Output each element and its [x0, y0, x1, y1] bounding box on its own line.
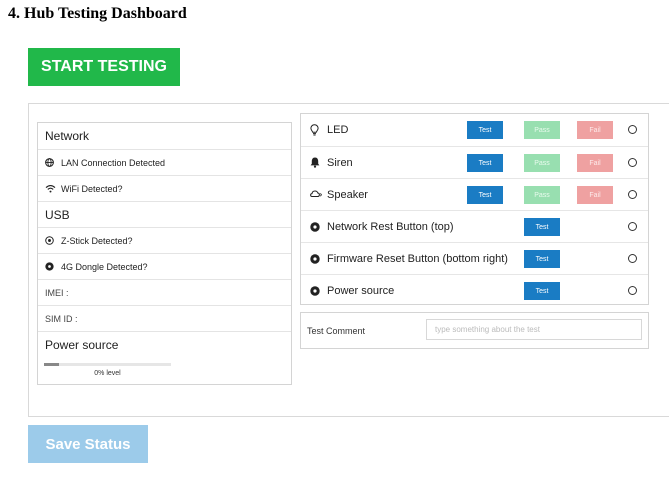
- power-level-bar: [44, 363, 171, 366]
- wifi-status-row: WiFi Detected?: [38, 175, 291, 201]
- test-row-speaker: Speaker Test Pass Fail: [301, 178, 648, 210]
- led-status-radio[interactable]: [628, 125, 637, 134]
- dot-circle-icon: [310, 253, 325, 264]
- siren-status-radio[interactable]: [628, 158, 637, 167]
- test-row-network-reset: Network Rest Button (top) Test: [301, 210, 648, 242]
- network-reset-status-radio[interactable]: [628, 222, 637, 231]
- imei-label: IMEI :: [45, 287, 69, 298]
- speaker-status-radio[interactable]: [628, 190, 637, 199]
- test-comment-input[interactable]: [426, 319, 642, 340]
- wifi-icon: [45, 184, 59, 193]
- led-fail-button[interactable]: Fail: [577, 121, 613, 139]
- speaker-icon: [310, 190, 325, 199]
- test-label-network-reset: Network Rest Button (top): [327, 220, 454, 233]
- led-pass-button[interactable]: Pass: [524, 121, 560, 139]
- simid-label: SIM ID :: [45, 313, 78, 324]
- test-row-led: LED Test Pass Fail: [301, 114, 648, 146]
- power-heading: Power source: [45, 337, 119, 352]
- test-row-firmware-reset: Firmware Reset Button (bottom right) Tes…: [301, 242, 648, 274]
- test-label-siren: Siren: [327, 156, 353, 169]
- siren-test-button[interactable]: Test: [467, 154, 503, 172]
- dot-circle-icon: [45, 262, 59, 271]
- status-panel: Network LAN Connection Detected WiFi Det…: [37, 122, 292, 385]
- lan-status-row: LAN Connection Detected: [38, 149, 291, 175]
- test-row-power-source: Power source Test: [301, 274, 648, 304]
- dot-circle-outline-icon: [45, 236, 59, 245]
- test-label-firmware-reset: Firmware Reset Button (bottom right): [327, 252, 508, 265]
- imei-row: IMEI :: [38, 279, 291, 305]
- test-comment-panel: Test Comment: [300, 312, 649, 349]
- power-section-heading: Power source: [38, 331, 291, 357]
- zstick-status-row: Z-Stick Detected?: [38, 227, 291, 253]
- power-source-status-radio[interactable]: [628, 286, 637, 295]
- dot-circle-icon: [310, 285, 325, 296]
- power-level-fill: [44, 363, 60, 366]
- page-title: 4. Hub Testing Dashboard: [8, 5, 187, 22]
- firmware-reset-test-button[interactable]: Test: [524, 250, 560, 268]
- speaker-test-button[interactable]: Test: [467, 186, 503, 204]
- speaker-fail-button[interactable]: Fail: [577, 186, 613, 204]
- tests-panel: LED Test Pass Fail Siren Test Pass Fail …: [300, 113, 649, 305]
- power-source-test-button[interactable]: Test: [524, 282, 560, 300]
- lan-label: LAN Connection Detected: [61, 157, 166, 168]
- network-heading: Network: [45, 129, 90, 143]
- dongle-label: 4G Dongle Detected?: [61, 261, 148, 272]
- test-label-speaker: Speaker: [327, 188, 368, 201]
- dongle-status-row: 4G Dongle Detected?: [38, 253, 291, 279]
- led-test-button[interactable]: Test: [467, 121, 503, 139]
- network-reset-test-button[interactable]: Test: [524, 218, 560, 236]
- usb-section-heading: USB: [38, 201, 291, 227]
- usb-heading: USB: [45, 207, 70, 222]
- firmware-reset-status-radio[interactable]: [628, 254, 637, 263]
- simid-row: SIM ID :: [38, 305, 291, 331]
- test-row-siren: Siren Test Pass Fail: [301, 146, 648, 178]
- speaker-pass-button[interactable]: Pass: [524, 186, 560, 204]
- test-label-led: LED: [327, 123, 349, 136]
- dot-circle-icon: [310, 221, 325, 232]
- start-testing-button[interactable]: START TESTING: [28, 48, 180, 86]
- globe-icon: [45, 158, 59, 167]
- wifi-label: WiFi Detected?: [61, 183, 123, 194]
- siren-pass-button[interactable]: Pass: [524, 154, 560, 172]
- power-level-text: 0% level: [94, 370, 121, 377]
- save-status-button[interactable]: Save Status: [28, 425, 148, 463]
- network-section-heading: Network: [38, 123, 291, 149]
- zstick-label: Z-Stick Detected?: [61, 235, 133, 246]
- siren-fail-button[interactable]: Fail: [577, 154, 613, 172]
- test-label-power-source: Power source: [327, 284, 395, 297]
- lightbulb-icon: [310, 123, 325, 136]
- bell-icon: [310, 157, 325, 168]
- test-comment-label: Test Comment: [307, 325, 366, 336]
